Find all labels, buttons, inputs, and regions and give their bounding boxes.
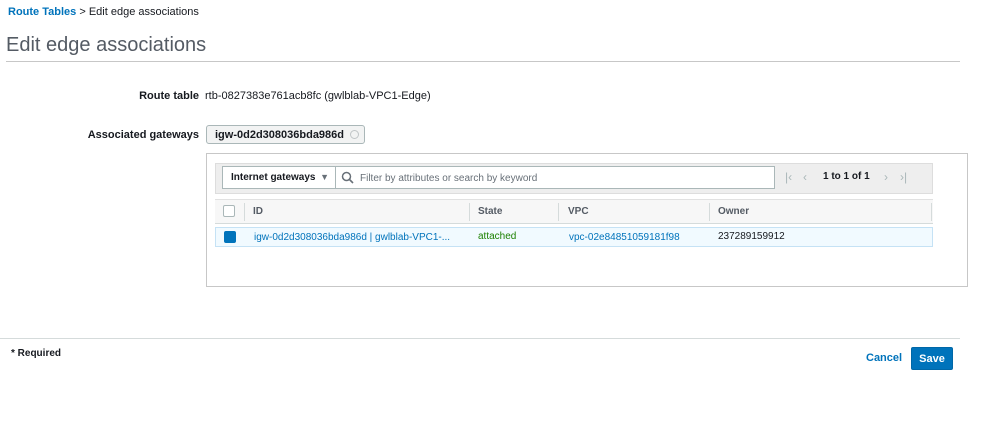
associated-gateways-label: Associated gateways xyxy=(87,129,199,141)
save-button[interactable]: Save xyxy=(911,347,953,370)
column-header-state[interactable]: State xyxy=(478,206,502,217)
first-page-icon[interactable]: |‹ xyxy=(785,170,792,184)
breadcrumb-route-tables-link[interactable]: Route Tables xyxy=(8,6,76,18)
table-header: ID State VPC Owner xyxy=(215,199,933,224)
row-state: attached xyxy=(478,231,517,242)
prev-page-icon[interactable]: ‹ xyxy=(803,170,807,184)
column-divider xyxy=(558,203,559,221)
table-row[interactable]: igw-0d2d308036bda986d | gwlblab-VPC1-...… xyxy=(215,227,933,247)
route-table-value: rtb-0827383e761acb8fc (gwlblab-VPC1-Edge… xyxy=(205,90,431,102)
column-divider xyxy=(931,203,932,221)
next-page-icon[interactable]: › xyxy=(884,170,888,184)
search-input[interactable] xyxy=(358,167,772,190)
breadcrumb: Route Tables > Edit edge associations xyxy=(8,6,199,18)
search-box xyxy=(335,166,775,190)
column-divider xyxy=(244,203,245,221)
title-divider xyxy=(6,61,960,62)
select-all-checkbox[interactable] xyxy=(223,205,235,217)
route-table-label: Route table xyxy=(139,90,199,102)
row-id-link[interactable]: igw-0d2d308036bda986d | gwlblab-VPC1-... xyxy=(254,232,450,243)
column-header-vpc[interactable]: VPC xyxy=(568,206,589,217)
gateway-type-selected: Internet gateways xyxy=(231,172,316,183)
gateway-token-label: igw-0d2d308036bda986d xyxy=(215,129,345,141)
chevron-down-icon: ▼ xyxy=(320,172,329,182)
breadcrumb-separator: > xyxy=(79,6,86,18)
search-icon xyxy=(341,171,354,184)
row-vpc-link[interactable]: vpc-02e84851059181f98 xyxy=(569,232,680,243)
required-note: * Required xyxy=(11,348,62,359)
column-header-id[interactable]: ID xyxy=(253,206,263,217)
column-header-owner[interactable]: Owner xyxy=(718,206,749,217)
footer-divider xyxy=(0,338,960,339)
page-title: Edit edge associations xyxy=(6,34,207,56)
cancel-button[interactable]: Cancel xyxy=(866,352,902,364)
remove-token-icon[interactable] xyxy=(350,130,360,139)
column-divider xyxy=(469,203,470,221)
column-divider xyxy=(709,203,710,221)
gateway-token: igw-0d2d308036bda986d xyxy=(206,125,366,144)
row-checkbox[interactable] xyxy=(224,231,236,243)
gateway-type-dropdown[interactable]: Internet gateways ▼ xyxy=(222,166,335,189)
last-page-icon[interactable]: ›| xyxy=(900,170,907,184)
breadcrumb-current: Edit edge associations xyxy=(88,6,199,18)
pager-text: 1 to 1 of 1 xyxy=(823,171,870,182)
row-owner: 237289159912 xyxy=(718,231,785,242)
